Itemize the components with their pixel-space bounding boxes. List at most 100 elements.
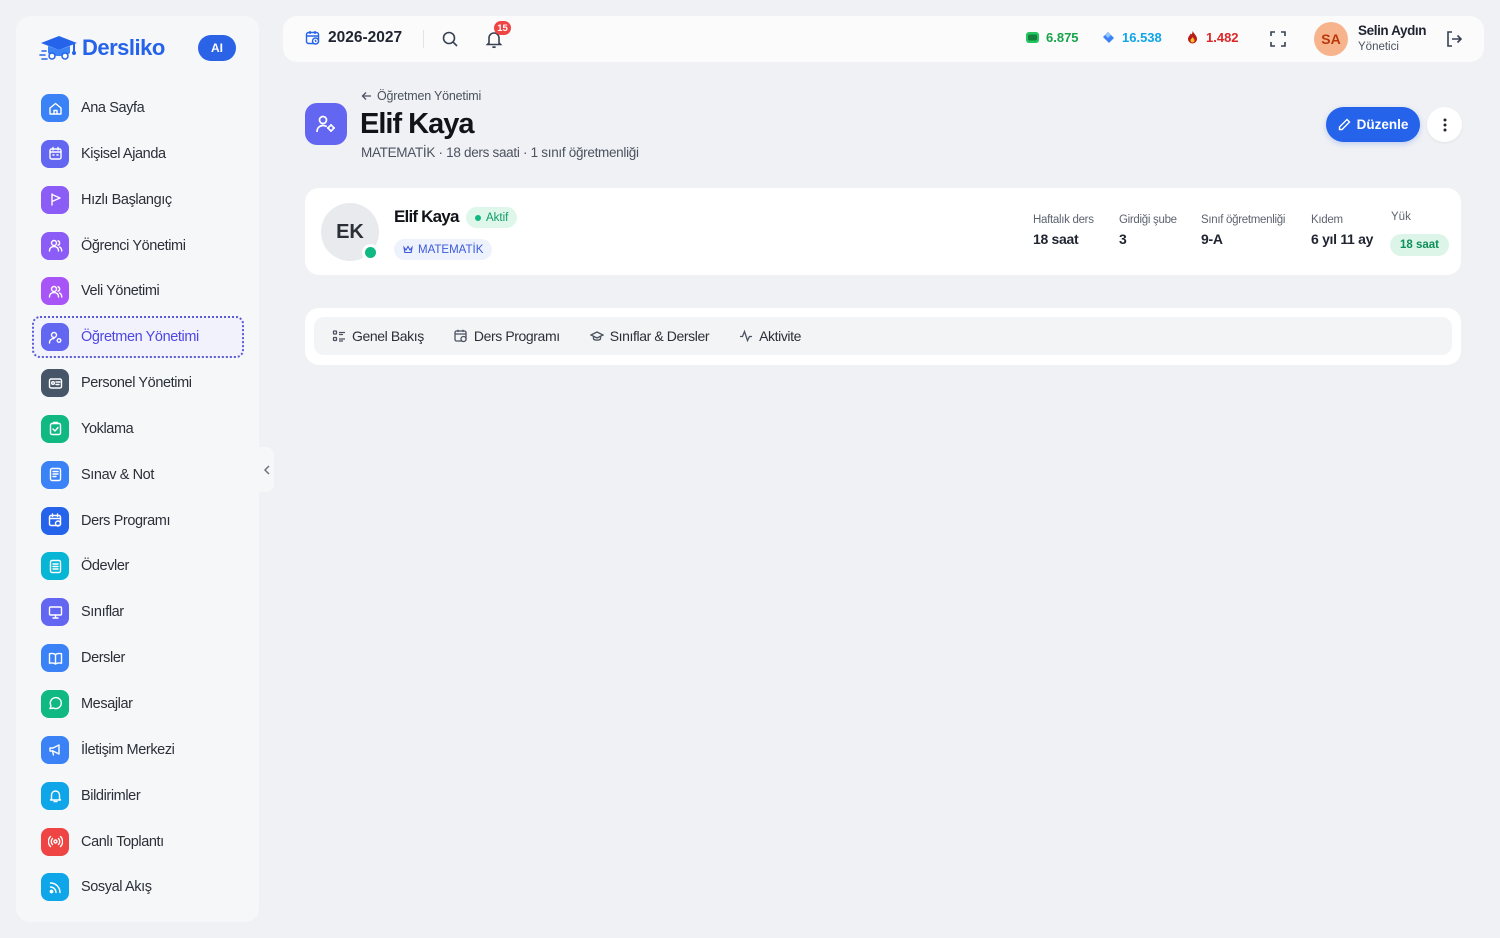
stat-diamond-value: 16.538	[1122, 30, 1162, 45]
sidebar-item-personel-yonetimi[interactable]: Personel Yönetimi	[32, 362, 244, 404]
metric-weekly-lessons: Haftalık ders 18 saat	[1033, 214, 1094, 247]
metric-homeroom: Sınıf öğretmenliği 9-A	[1201, 214, 1285, 247]
id-card-icon	[41, 369, 69, 398]
more-options-button[interactable]	[1427, 107, 1462, 142]
sidebar-item-iletisim-merkezi[interactable]: İletişim Merkezi	[32, 729, 244, 771]
sidebar-item-ders-programi[interactable]: Ders Programı	[32, 500, 244, 542]
divider	[423, 30, 424, 48]
brand-name: Dersliko	[82, 35, 165, 60]
calendar-icon	[41, 139, 69, 168]
metric-label: Sınıf öğretmenliği	[1201, 214, 1286, 226]
sidebar-item-odevler[interactable]: Ödevler	[32, 545, 244, 587]
sidebar-item-hizli-baslangic[interactable]: Hızlı Başlangıç	[32, 179, 244, 221]
metric-value: 18 saat	[1033, 231, 1079, 247]
home-icon	[41, 94, 69, 122]
subject-badge: MATEMATİK	[394, 239, 493, 260]
teacher-icon	[305, 103, 347, 145]
sidebar-item-sosyal-akis[interactable]: Sosyal Akış	[32, 866, 244, 908]
schedule-icon	[41, 506, 69, 535]
sidebar-item-dersler[interactable]: Dersler	[32, 637, 244, 679]
stat-flame-value: 1.482	[1206, 30, 1239, 45]
book-icon	[41, 644, 69, 673]
breadcrumb-back-link[interactable]: Öğretmen Yönetimi	[361, 89, 481, 103]
sidebar-item-veli-yonetimi[interactable]: Veli Yönetimi	[32, 270, 244, 312]
online-status-dot	[362, 244, 379, 261]
money-icon	[1026, 32, 1039, 43]
search-icon[interactable]	[441, 30, 459, 48]
sidebar-item-mesajlar[interactable]: Mesajlar	[32, 683, 244, 725]
sidebar-item-label: Ana Sayfa	[81, 100, 145, 116]
sidebar-item-ogrenci-yonetimi[interactable]: Öğrenci Yönetimi	[32, 225, 244, 267]
page-subtitle: MATEMATİK · 18 ders saati · 1 sınıf öğre…	[361, 145, 639, 160]
sidebar-item-label: Sınav & Not	[81, 466, 154, 483]
sidebar-collapse-button[interactable]	[259, 447, 274, 492]
tab-schedule[interactable]: Ders Programı	[454, 328, 560, 344]
ai-assistant-button[interactable]: AI	[198, 35, 236, 61]
arrow-left-icon	[361, 92, 371, 100]
load-label: Yük	[1391, 211, 1411, 223]
users-icon	[41, 277, 69, 306]
tab-label: Ders Programı	[473, 328, 560, 344]
sidebar: Dersliko AI Ana Sayfa Kişisel Ajanda Hızlı…	[16, 16, 259, 922]
broadcast-icon	[41, 827, 69, 856]
user-avatar[interactable]: SA	[1314, 22, 1348, 56]
status-label: Aktif	[486, 211, 509, 224]
edit-button[interactable]: Düzenle	[1326, 107, 1420, 142]
tab-activity[interactable]: Aktivite	[739, 328, 801, 344]
breadcrumb-label: Öğretmen Yönetimi	[377, 89, 482, 103]
diamond-icon	[1103, 32, 1114, 43]
sidebar-item-bildirimler[interactable]: Bildirimler	[32, 775, 244, 817]
rss-icon	[41, 873, 69, 902]
fullscreen-icon[interactable]	[1269, 30, 1287, 48]
sidebar-item-label: Hızlı Başlangıç	[81, 191, 172, 208]
tab-label: Genel Bakış	[352, 328, 424, 344]
teacher-name: Elif Kaya	[394, 207, 459, 226]
stat-diamond[interactable]: 16.538	[1101, 30, 1162, 45]
user-name[interactable]: Selin Aydın	[1358, 23, 1427, 38]
sidebar-item-siniflar[interactable]: Sınıflar	[32, 591, 244, 633]
graduation-cap-logo-icon	[39, 36, 77, 60]
flame-icon	[1188, 31, 1197, 44]
sidebar-item-label: Sosyal Akış	[81, 879, 152, 896]
sidebar-item-label: Dersler	[81, 650, 125, 667]
sidebar-item-canli-toplanti[interactable]: Canlı Toplantı	[32, 821, 244, 863]
clipboard-check-icon	[41, 414, 69, 443]
chevron-left-icon	[263, 464, 270, 475]
stat-flame[interactable]: 1.482	[1185, 30, 1239, 45]
stat-money[interactable]: 6.875	[1025, 30, 1079, 45]
subject-label: MATEMATİK	[418, 243, 484, 256]
sidebar-item-ana-sayfa[interactable]: Ana Sayfa	[32, 87, 244, 129]
status-dot	[475, 214, 481, 221]
logout-icon[interactable]	[1444, 29, 1464, 49]
tab-bar: Genel Bakış Ders Programı Sınıflar & Der…	[314, 317, 1452, 355]
sidebar-item-label: Personel Yönetimi	[81, 375, 192, 392]
pencil-icon	[1338, 118, 1351, 131]
tab-classes-courses[interactable]: Sınıflar & Dersler	[589, 328, 710, 344]
more-vertical-icon	[1443, 118, 1446, 131]
sidebar-item-label: Öğrenci Yönetimi	[81, 237, 186, 254]
metric-label: Kıdem	[1311, 214, 1343, 226]
metric-value: 9-A	[1201, 231, 1223, 247]
presentation-icon	[41, 598, 69, 627]
brand[interactable]: Dersliko	[38, 32, 165, 64]
edit-button-label: Düzenle	[1356, 117, 1409, 132]
sidebar-item-ogretmen-yonetimi[interactable]: Öğretmen Yönetimi	[32, 316, 244, 359]
sidebar-item-kisisel-ajanda[interactable]: Kişisel Ajanda	[32, 133, 244, 175]
tab-label: Sınıflar & Dersler	[609, 328, 710, 344]
sidebar-item-yoklama[interactable]: Yoklama	[32, 408, 244, 450]
user-role: Yönetici	[1358, 41, 1399, 53]
metric-label: Haftalık ders	[1033, 214, 1094, 226]
sidebar-item-sinav-not[interactable]: Sınav & Not	[32, 454, 244, 496]
tab-overview[interactable]: Genel Bakış	[332, 328, 424, 344]
calendar-clock-icon	[454, 329, 467, 343]
academic-year-selector[interactable]: 2026-2027	[305, 29, 402, 47]
stat-money-value: 6.875	[1046, 30, 1079, 45]
topbar: 2026-2027 15 6.875 16.538 1.482 SA Selin…	[283, 16, 1484, 62]
message-icon	[41, 689, 69, 718]
metric-value: 3	[1119, 231, 1127, 247]
list-icon	[332, 330, 345, 342]
homework-icon	[41, 552, 69, 581]
page-title: Elif Kaya	[360, 108, 474, 140]
tab-label: Aktivite	[759, 328, 802, 344]
sidebar-item-label: Canlı Toplantı	[81, 833, 164, 850]
